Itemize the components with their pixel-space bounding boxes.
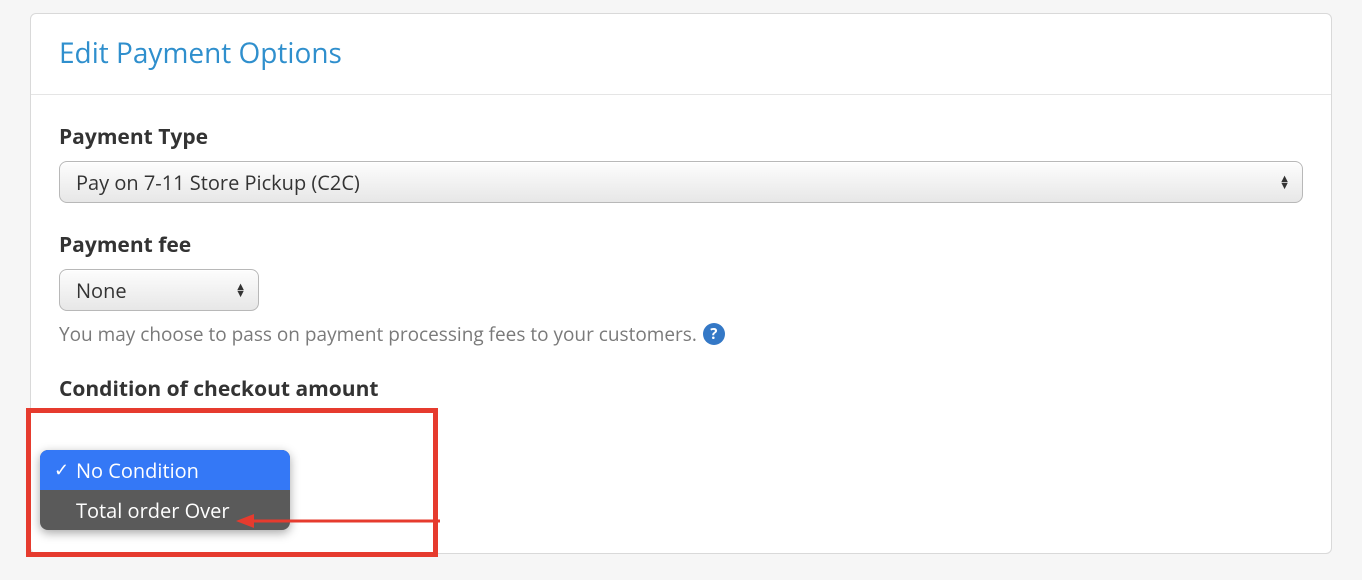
payment-type-value: Pay on 7-11 Store Pickup (C2C) [76, 169, 360, 196]
checkout-condition-label: Condition of checkout amount [59, 375, 1303, 403]
check-icon: ✓ [54, 458, 76, 482]
panel-title: Edit Payment Options [59, 34, 1303, 72]
payment-fee-helper: You may choose to pass on payment proces… [59, 321, 1303, 347]
payment-fee-select[interactable]: None ▲▼ [59, 269, 259, 311]
payment-fee-value: None [76, 277, 127, 304]
select-arrows-icon: ▲▼ [1279, 175, 1290, 189]
select-arrows-icon: ▲▼ [235, 283, 246, 297]
dropdown-option-no-condition[interactable]: ✓ No Condition [40, 450, 290, 490]
payment-type-field: Payment Type Pay on 7-11 Store Pickup (C… [59, 123, 1303, 203]
dropdown-option-label: No Condition [76, 457, 278, 484]
payment-fee-helper-text: You may choose to pass on payment proces… [59, 321, 697, 347]
dropdown-option-label: Total order Over [76, 497, 278, 524]
panel-heading: Edit Payment Options [31, 14, 1331, 95]
payment-type-select[interactable]: Pay on 7-11 Store Pickup (C2C) ▲▼ [59, 161, 1303, 203]
payment-fee-field: Payment fee None ▲▼ You may choose to pa… [59, 231, 1303, 347]
payment-type-label: Payment Type [59, 123, 1303, 151]
payment-fee-label: Payment fee [59, 231, 1303, 259]
help-icon[interactable]: ? [703, 323, 725, 345]
dropdown-option-total-order-over[interactable]: Total order Over [40, 490, 290, 530]
checkout-condition-dropdown[interactable]: ✓ No Condition Total order Over [40, 450, 290, 530]
